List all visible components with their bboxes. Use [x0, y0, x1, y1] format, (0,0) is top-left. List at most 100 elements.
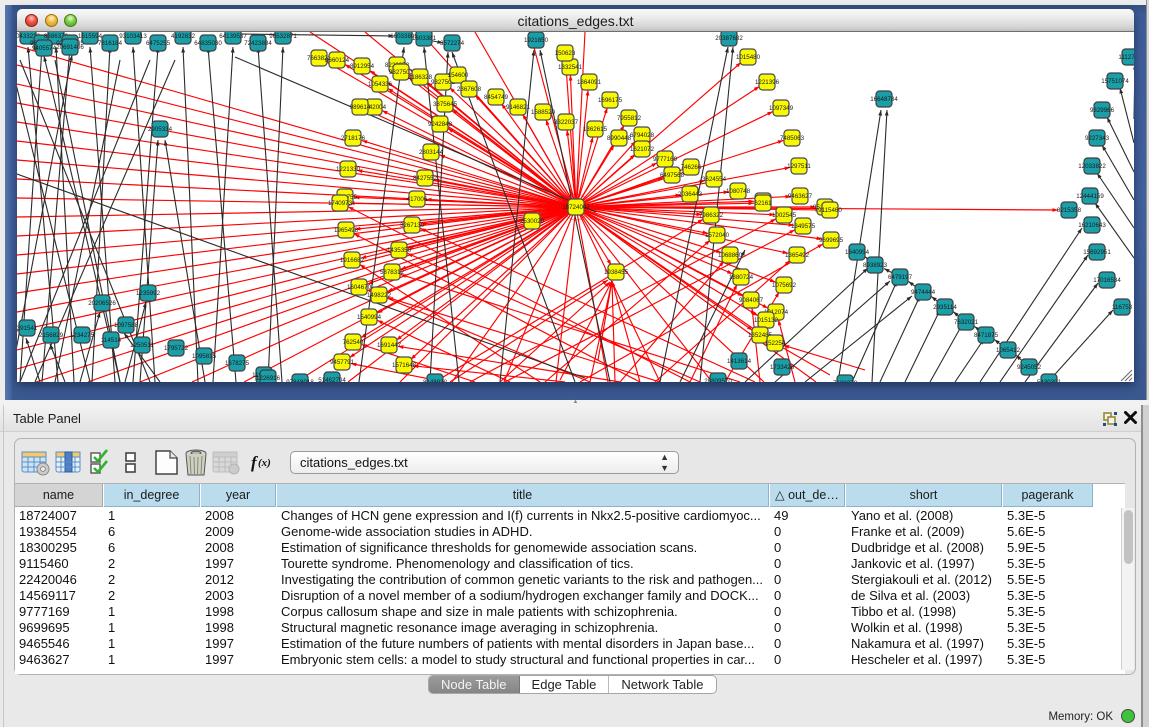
svg-text:9245052: 9245052	[1017, 364, 1042, 371]
svg-text:1332541: 1332541	[558, 64, 583, 71]
svg-text:9329966: 9329966	[1090, 107, 1115, 114]
svg-text:1540994: 1540994	[357, 314, 382, 321]
svg-text:8322037: 8322037	[554, 119, 579, 126]
svg-text:1498222: 1498222	[367, 292, 392, 299]
svg-text:9115460: 9115460	[818, 207, 842, 214]
svg-text:1916682: 1916682	[340, 257, 365, 264]
svg-text:2935114: 2935114	[933, 304, 957, 311]
svg-text:1691447: 1691447	[377, 342, 402, 349]
svg-text:2905334: 2905334	[148, 126, 173, 133]
svg-text:1880724: 1880724	[729, 274, 754, 281]
svg-text:9474444: 9474444	[911, 289, 936, 296]
svg-text:6479197: 6479197	[888, 274, 913, 281]
svg-text:20691406: 20691406	[56, 44, 84, 51]
svg-text:1065412: 1065412	[996, 347, 1021, 354]
svg-text:9227343: 9227343	[1085, 135, 1110, 142]
svg-text:9405574: 9405574	[32, 45, 57, 52]
svg-text:8938923: 8938923	[863, 262, 888, 269]
svg-text:1733426: 1733426	[770, 364, 795, 371]
svg-text:1297511: 1297511	[787, 163, 811, 170]
svg-text:1015480: 1015480	[736, 54, 761, 61]
svg-text:1696175: 1696175	[598, 97, 623, 104]
svg-text:9457791: 9457791	[330, 359, 355, 366]
svg-text:1640954: 1640954	[845, 249, 870, 256]
svg-text:20387682: 20387682	[715, 35, 743, 42]
svg-text:51462704: 51462704	[318, 377, 346, 382]
svg-text:1226916: 1226916	[256, 375, 281, 382]
svg-text:8454749: 8454749	[484, 94, 509, 101]
svg-text:7986322: 7986322	[699, 212, 724, 219]
svg-text:1362615: 1362615	[583, 126, 608, 133]
svg-text:391541: 391541	[17, 325, 38, 332]
svg-text:1054336: 1054336	[368, 81, 393, 88]
svg-text:6475255: 6475255	[146, 40, 171, 47]
svg-text:116753: 116753	[1112, 304, 1133, 311]
svg-text:1621072: 1621072	[630, 146, 655, 153]
svg-text:8186328: 8186328	[408, 74, 433, 81]
svg-text:96532871: 96532871	[269, 33, 297, 40]
svg-text:6497568: 6497568	[660, 172, 685, 179]
svg-text:2156829: 2156829	[39, 332, 64, 339]
svg-text:1365492: 1365492	[785, 252, 810, 259]
svg-text:1678275: 1678275	[225, 360, 250, 367]
svg-text:1075692: 1075692	[772, 282, 797, 289]
svg-text:12033822: 12033822	[1078, 163, 1106, 170]
svg-text:2718176: 2718176	[341, 135, 366, 142]
svg-text:2530020: 2530020	[520, 218, 545, 225]
svg-text:1795722: 1795722	[164, 345, 189, 352]
svg-text:1250511: 1250511	[130, 342, 154, 349]
svg-text:746266: 746266	[681, 164, 702, 171]
svg-text:154600: 154600	[448, 72, 469, 79]
svg-text:16648784: 16648784	[870, 96, 898, 103]
svg-text:16210643: 16210643	[1078, 222, 1106, 229]
svg-text:8148932: 8148932	[423, 379, 448, 382]
svg-text:417006: 417006	[407, 196, 428, 203]
svg-text:1435350: 1435350	[387, 247, 412, 254]
svg-text:6794028: 6794028	[630, 132, 655, 139]
svg-text:3624554: 3624554	[702, 176, 727, 183]
svg-text:1112795: 1112795	[1118, 54, 1134, 61]
svg-text:1615594: 1615594	[78, 33, 103, 40]
svg-text:2803144: 2803144	[419, 149, 444, 156]
svg-text:8215358: 8215358	[1057, 207, 1082, 214]
svg-text:15751074: 15751074	[1101, 78, 1129, 85]
svg-text:7955812: 7955812	[617, 115, 642, 122]
svg-text:1068860: 1068860	[718, 252, 743, 259]
svg-text:9084067: 9084067	[739, 297, 764, 304]
svg-text:9699695: 9699695	[819, 237, 844, 244]
svg-text:1097349: 1097349	[769, 105, 794, 112]
svg-text:(x): (x)	[258, 457, 271, 469]
svg-text:1349575: 1349575	[791, 223, 816, 230]
svg-text:7632021: 7632021	[954, 319, 979, 326]
svg-text:114514: 114514	[101, 337, 122, 344]
svg-text:28809570: 28809570	[704, 378, 732, 382]
svg-text:9463627: 9463627	[788, 193, 813, 200]
svg-text:4192832: 4192832	[171, 33, 196, 40]
svg-text:8427552: 8427552	[413, 175, 438, 182]
svg-text:8660124: 8660124	[325, 57, 350, 64]
svg-text:17016534: 17016534	[1093, 277, 1121, 284]
svg-text:8990448: 8990448	[607, 135, 632, 142]
svg-text:1234275: 1234275	[70, 332, 95, 339]
svg-text:1015132: 1015132	[754, 317, 779, 324]
svg-text:1604670: 1604670	[347, 284, 372, 291]
svg-text:72423884: 72423884	[244, 40, 272, 47]
svg-text:1097588: 1097588	[114, 322, 139, 329]
svg-text:1864091: 1864091	[577, 79, 602, 86]
svg-text:9242848: 9242848	[428, 121, 453, 128]
svg-text:8912954: 8912954	[350, 63, 375, 70]
svg-text:1938455: 1938455	[604, 269, 629, 276]
svg-text:1740973: 1740973	[328, 200, 353, 207]
svg-text:1080748: 1080748	[726, 188, 751, 195]
svg-text:7485063: 7485063	[780, 135, 805, 142]
svg-text:1588520: 1588520	[531, 109, 556, 116]
svg-text:150623: 150623	[555, 50, 576, 57]
svg-text:762540: 762540	[343, 339, 364, 346]
svg-text:1095815: 1095815	[192, 353, 217, 360]
svg-text:15692951: 15692951	[1083, 249, 1111, 256]
svg-text:18724007: 18724007	[562, 204, 590, 211]
svg-text:1221396: 1221396	[755, 79, 780, 86]
svg-text:20206526: 20206526	[88, 300, 116, 307]
svg-text:3267130: 3267130	[400, 222, 425, 229]
svg-text:1572040: 1572040	[705, 232, 730, 239]
